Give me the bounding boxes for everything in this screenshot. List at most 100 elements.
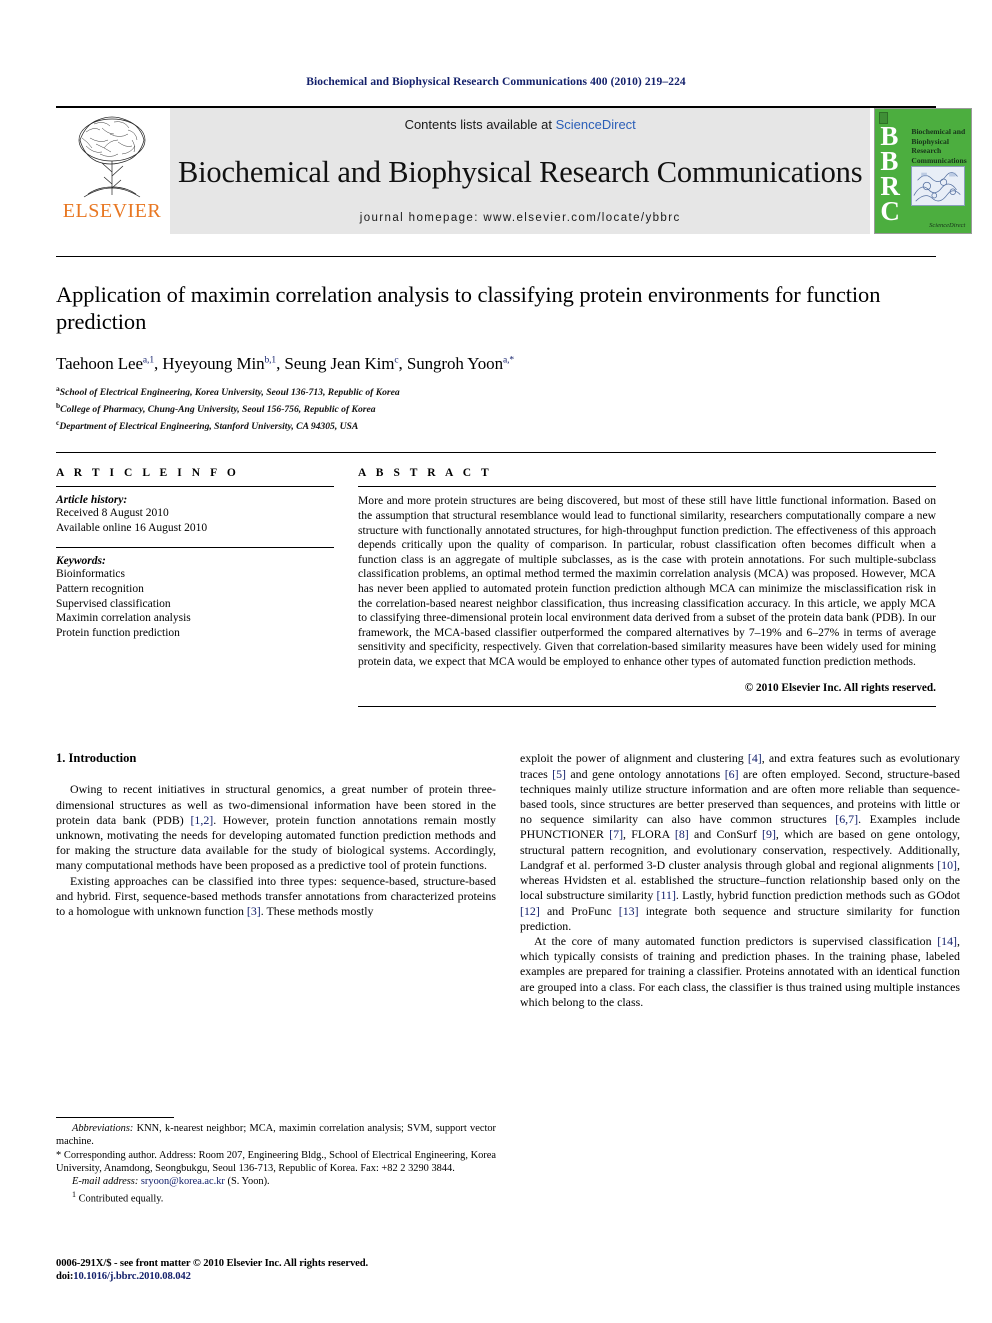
article-history-received: Received 8 August 2010 — [56, 507, 169, 520]
citation-link[interactable]: [4] — [748, 751, 762, 765]
affiliation-text: School of Electrical Engineering, Korea … — [59, 387, 400, 399]
author-entry: Sungroh Yoona,* — [407, 354, 514, 373]
affiliation-text: College of Pharmacy, Chung-Ang Universit… — [60, 403, 376, 415]
body-paragraph: Existing approaches can be classified in… — [56, 874, 496, 920]
body-paragraph: exploit the power of alignment and clust… — [520, 751, 960, 933]
citation-link[interactable]: [9] — [762, 827, 776, 841]
article-page: Biochemical and Biophysical Research Com… — [0, 0, 992, 1323]
info-divider — [56, 452, 936, 454]
article-info-heading: A R T I C L E I N F O — [56, 467, 240, 480]
affiliation-list: aSchool of Electrical Engineering, Korea… — [56, 383, 936, 433]
citation-link[interactable]: [6,7] — [835, 812, 858, 826]
author-name: Seung Jean Kim — [284, 354, 395, 373]
info-abstract-block: A R T I C L E I N F O Article history: R… — [56, 467, 936, 708]
journal-homepage-link[interactable]: journal homepage: www.elsevier.com/locat… — [360, 212, 681, 224]
text-run: exploit the power of alignment and clust… — [520, 751, 748, 766]
elsevier-logo: ELSEVIER — [56, 108, 168, 234]
author-name: Sungroh Yoon — [406, 354, 503, 373]
title-divider — [56, 256, 936, 257]
footnote-abbreviations: Abbreviations: KNN, k-nearest neighbor; … — [56, 1122, 496, 1149]
cover-bbrc-letters: B B R C — [880, 123, 900, 226]
citation-link[interactable]: [5] — [552, 767, 566, 781]
journal-title: Biochemical and Biophysical Research Com… — [178, 154, 863, 189]
author-name: Hyeyoung Min — [162, 354, 265, 373]
author-entry: Taehoon Leea,1 — [56, 354, 154, 373]
cover-sciencedirect-mark: ScienceDirect — [929, 222, 966, 229]
keywords-rule — [56, 547, 334, 549]
author-affil-mark: a,1 — [142, 355, 154, 366]
author-affil-mark: c — [394, 355, 399, 366]
abstract-rule — [358, 486, 936, 488]
article-history-label: Article history: — [56, 494, 128, 507]
citation-link[interactable]: [11] — [657, 888, 676, 902]
abstract-text: More and more protein structures are bei… — [358, 494, 936, 668]
contents-lists-prefix: Contents lists available at — [404, 117, 556, 132]
citation-link[interactable]: [7] — [609, 827, 623, 841]
footnote-corresponding-author: * Corresponding author. Address: Room 20… — [56, 1149, 496, 1176]
footnote-equal-contribution: 1 Contributed equally. — [56, 1188, 496, 1206]
cover-artwork-svg — [912, 167, 965, 205]
citation-link[interactable]: [12] — [520, 904, 540, 918]
author-affil-mark: b,1 — [264, 355, 277, 366]
author-list: Taehoon Leea,1, Hyeyoung Minb,1, Seung J… — [56, 354, 515, 373]
text-run: and ProFunc — [539, 903, 619, 918]
email-label: E-mail address: — [72, 1176, 139, 1188]
abbreviations-label: Abbreviations: — [72, 1123, 134, 1134]
journal-masthead: ELSEVIER Contents lists available at Sci… — [56, 106, 973, 234]
doi-link[interactable]: 10.1016/j.bbrc.2010.08.042 — [73, 1271, 191, 1282]
keywords-label: Keywords: — [56, 555, 106, 568]
text-run: , FLORA — [623, 827, 675, 842]
body-paragraph: Owing to recent initiatives in structura… — [56, 782, 496, 873]
keyword-item: Pattern recognition — [56, 582, 144, 595]
keyword-item: Protein function prediction — [56, 626, 180, 639]
sciencedirect-link[interactable]: ScienceDirect — [556, 117, 636, 132]
footnote-divider — [56, 1117, 174, 1118]
affiliation-text: Department of Electrical Engineering, St… — [59, 420, 359, 432]
text-run: At the core of many automated function p… — [534, 933, 938, 948]
author-entry: Seung Jean Kimc — [284, 354, 398, 373]
text-run: . Lastly, hybrid function prediction met… — [675, 888, 960, 903]
running-head: Biochemical and Biophysical Research Com… — [306, 76, 686, 88]
author-entry: Hyeyoung Minb,1 — [162, 354, 276, 373]
journal-banner: Contents lists available at ScienceDirec… — [170, 108, 871, 234]
author-name: Taehoon Lee — [56, 354, 143, 373]
abstract-column: A B S T R A C T More and more protein st… — [358, 467, 936, 708]
journal-cover-thumbnail[interactable]: B B R C Biochemical and Biophysical Rese… — [874, 108, 973, 234]
affiliation-item: cDepartment of Electrical Engineering, S… — [56, 417, 936, 434]
keyword-item: Supervised classification — [56, 597, 171, 610]
author-affil-mark: a,* — [502, 355, 515, 366]
cover-journal-title: Biochemical and Biophysical Research Com… — [911, 127, 967, 165]
elsevier-tree-icon — [78, 116, 146, 198]
cover-artwork-image — [911, 166, 966, 206]
email-link[interactable]: sryoon@korea.ac.kr — [141, 1176, 225, 1187]
text-run: and gene ontology annotations — [566, 766, 725, 781]
citation-link[interactable]: [3] — [247, 904, 261, 918]
citation-link[interactable]: [1,2] — [190, 813, 213, 827]
article-info-column: A R T I C L E I N F O Article history: R… — [56, 467, 334, 707]
corresponding-text: Corresponding author. Address: Room 207,… — [56, 1149, 496, 1174]
citation-link[interactable]: [6] — [725, 767, 739, 781]
elsevier-wordmark: ELSEVIER — [62, 200, 162, 222]
issn-front-matter-line: 0006-291X/$ - see front matter © 2010 El… — [56, 1258, 369, 1269]
citation-link[interactable]: [13] — [619, 904, 639, 918]
affiliation-item: bCollege of Pharmacy, Chung-Ang Universi… — [56, 400, 936, 417]
body-paragraph: At the core of many automated function p… — [520, 934, 960, 1010]
text-run: and ConSurf — [688, 827, 763, 842]
article-history-online: Available online 16 August 2010 — [56, 521, 208, 534]
email-suffix: (S. Yoon). — [224, 1176, 270, 1188]
footnote-email: E-mail address: sryoon@korea.ac.kr (S. Y… — [56, 1175, 496, 1188]
contents-lists-line: Contents lists available at ScienceDirec… — [405, 117, 636, 132]
citation-link[interactable]: [14] — [937, 934, 957, 948]
citation-link[interactable]: [8] — [675, 827, 689, 841]
body-column-right: exploit the power of alignment and clust… — [520, 751, 960, 1181]
text-run: . These methods mostly — [260, 904, 374, 919]
cover-letter-c: C — [880, 196, 900, 226]
abstract-copyright: © 2010 Elsevier Inc. All rights reserved… — [744, 682, 936, 695]
abstract-heading: A B S T R A C T — [358, 467, 493, 480]
page-footer: 0006-291X/$ - see front matter © 2010 El… — [56, 1257, 368, 1283]
article-info-rule — [56, 486, 334, 488]
citation-link[interactable]: [10] — [937, 858, 957, 872]
footnote-block: Abbreviations: KNN, k-nearest neighbor; … — [56, 1117, 496, 1206]
affiliation-item: aSchool of Electrical Engineering, Korea… — [56, 383, 936, 400]
equal-contribution-text: Contributed equally. — [76, 1193, 164, 1205]
